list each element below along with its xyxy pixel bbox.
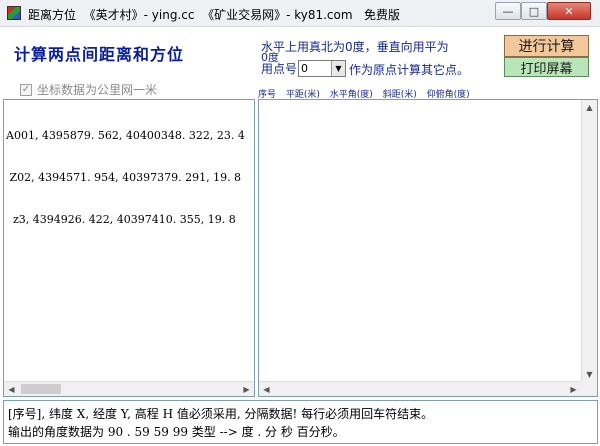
info-text-line1: 水平上用真北为0度，垂直向用平为 xyxy=(261,40,449,54)
km-grid-checkbox-label: 坐标数据为公里网一米 xyxy=(37,83,158,97)
km-grid-checkbox[interactable]: ✓ xyxy=(20,83,32,96)
output-vertical-scrollbar[interactable]: ▲ ▼ xyxy=(581,100,597,382)
close-button[interactable]: ✕ xyxy=(547,2,591,20)
output-horizontal-scrollbar[interactable]: ◀ ▶ xyxy=(259,381,581,396)
help-line-2: 输出的角度数据为 90 . 59 59 99 类型 --> 度 . 分 秒 百分… xyxy=(8,425,345,439)
origin-point-select[interactable]: 0 ▼ xyxy=(298,60,346,77)
input-line: z3, 4394926. 422, 40397410. 355, 19. 8 xyxy=(6,213,236,226)
chevron-down-icon[interactable]: ▼ xyxy=(331,61,345,76)
page-title: 计算两点间距离和方位 xyxy=(14,45,185,64)
print-screen-button[interactable]: 打印屏幕 xyxy=(504,57,589,77)
calculate-button[interactable]: 进行计算 xyxy=(504,35,589,57)
scrollbar-corner xyxy=(581,381,597,396)
title-bar: 距离方位 《英才村》- ying.cc 《矿业交易网》- ky81.com 免费… xyxy=(0,0,600,27)
help-line-1: [序号], 纬度 X, 经度 Y, 高程 H 值必须采用, 分隔数据! 每行必须… xyxy=(8,407,434,421)
scroll-up-icon[interactable]: ▲ xyxy=(582,100,597,115)
scroll-down-icon[interactable]: ▼ xyxy=(582,367,597,382)
point-prefix-label: 用点号 xyxy=(261,62,298,76)
origin-point-value: 0 xyxy=(301,62,308,75)
app-icon xyxy=(7,6,21,20)
window-title: 距离方位 《英才村》- ying.cc 《矿业交易网》- ky81.com 免费… xyxy=(28,8,400,22)
scroll-right-icon[interactable]: ▶ xyxy=(239,382,254,396)
km-grid-checkbox-row[interactable]: ✓ 坐标数据为公里网一米 xyxy=(20,81,157,98)
input-line: A001, 4395879. 562, 40400348. 322, 23. 4 xyxy=(6,129,245,142)
scroll-right-icon[interactable]: ▶ xyxy=(566,382,581,396)
coordinate-input-textarea[interactable]: A001, 4395879. 562, 40400348. 322, 23. 4… xyxy=(3,99,255,397)
result-output-textarea[interactable]: ▲ ▼ ◀ ▶ xyxy=(258,99,598,397)
check-icon: ✓ xyxy=(21,84,31,95)
minimize-button[interactable]: — xyxy=(495,2,521,20)
point-suffix-label: 作为原点计算其它点。 xyxy=(349,63,470,77)
maximize-button[interactable]: □ xyxy=(521,2,547,20)
scroll-thumb[interactable] xyxy=(21,384,61,394)
scroll-left-icon[interactable]: ◀ xyxy=(259,382,274,396)
scroll-left-icon[interactable]: ◀ xyxy=(4,382,19,396)
help-text-area: [序号], 纬度 X, 经度 Y, 高程 H 值必须采用, 分隔数据! 每行必须… xyxy=(3,400,598,444)
input-line: Z02, 4394571. 954, 40397379. 291, 19. 8 xyxy=(6,171,242,184)
input-horizontal-scrollbar[interactable]: ◀ ▶ xyxy=(4,381,254,396)
